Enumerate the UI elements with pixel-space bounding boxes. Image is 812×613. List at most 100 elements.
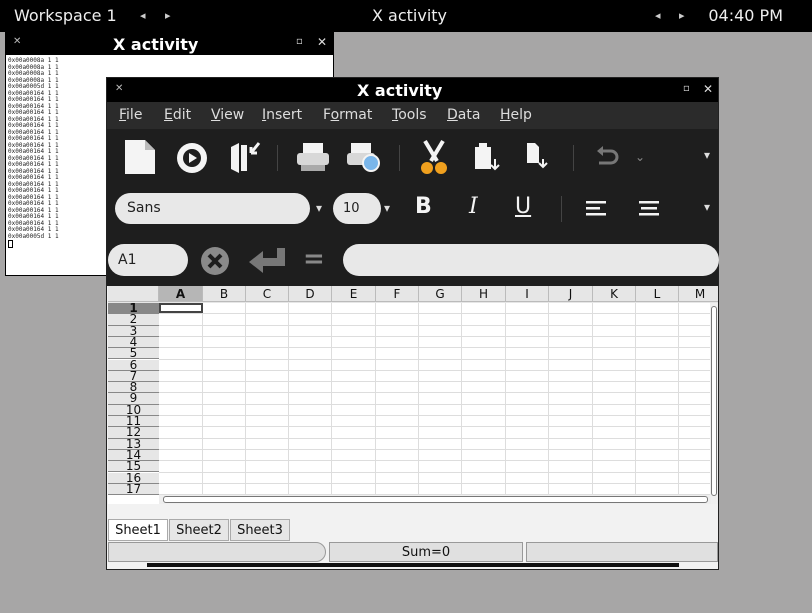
cell-area[interactable] xyxy=(159,303,711,496)
align-center-icon[interactable] xyxy=(638,198,660,220)
grid-line xyxy=(548,303,549,495)
grid-line xyxy=(159,392,711,394)
menu-view[interactable]: View xyxy=(211,107,244,123)
main-window-titlebar[interactable]: ✕ X activity ▫ ✕ xyxy=(107,78,718,102)
menu-data[interactable]: Data xyxy=(447,107,480,123)
text-cursor xyxy=(8,240,13,248)
spreadsheet-window[interactable]: ✕ X activity ▫ ✕ File Edit View Insert F… xyxy=(106,77,719,570)
menu-edit[interactable]: Edit xyxy=(164,107,191,123)
cancel-icon[interactable] xyxy=(200,246,230,276)
overflow-chevron-icon[interactable]: ▾ xyxy=(704,148,710,162)
grid-line xyxy=(159,381,711,383)
toolbar-separator xyxy=(573,145,574,171)
grid-line xyxy=(288,303,289,495)
grid-line xyxy=(202,303,203,495)
column-header-l[interactable]: L xyxy=(636,286,679,302)
grid-line xyxy=(159,448,711,450)
workspace-next-icon[interactable]: ▸ xyxy=(165,9,171,22)
cell-reference-box[interactable]: A1 xyxy=(108,244,188,276)
font-size-combo[interactable]: 10 xyxy=(333,193,381,224)
grid-line xyxy=(159,335,711,337)
column-header-h[interactable]: H xyxy=(462,286,506,302)
menu-format[interactable]: Format xyxy=(323,107,372,123)
print-preview-icon[interactable] xyxy=(345,141,383,175)
italic-icon[interactable]: I xyxy=(469,194,478,219)
spreadsheet-grid[interactable]: ABCDEFGHIJKLM 1 2 3 4 5 6 7 8 9 10 11 12 13 14 15 16 17 xyxy=(108,286,718,504)
clock: 04:40 PM xyxy=(708,6,783,25)
grid-line xyxy=(245,303,246,495)
column-header-c[interactable]: C xyxy=(246,286,289,302)
tab-sheet1[interactable]: Sheet1 xyxy=(108,519,168,541)
toolbar-separator xyxy=(561,196,562,222)
grid-line xyxy=(159,482,711,484)
undo-dropdown-icon[interactable]: ⌄ xyxy=(635,150,645,164)
active-window-title: X activity xyxy=(372,6,448,25)
row-header-17[interactable]: 17 xyxy=(108,483,159,496)
tray-prev-icon[interactable]: ◂ xyxy=(655,9,661,22)
vertical-scroll-thumb[interactable] xyxy=(711,306,717,496)
font-name-dropdown-icon[interactable]: ▾ xyxy=(316,201,322,215)
status-sum: Sum=0 xyxy=(329,542,523,562)
import-icon[interactable] xyxy=(227,139,263,175)
grid-line xyxy=(331,303,332,495)
workspace-label[interactable]: Workspace 1 xyxy=(14,6,117,25)
close-icon[interactable]: ✕ xyxy=(317,35,327,49)
column-header-f[interactable]: F xyxy=(376,286,419,302)
font-name-combo[interactable]: Sans xyxy=(115,193,310,224)
tab-sheet2[interactable]: Sheet2 xyxy=(169,519,229,541)
tab-sheet3[interactable]: Sheet3 xyxy=(230,519,290,541)
status-field-left xyxy=(108,542,326,562)
copy-format-icon[interactable] xyxy=(523,141,553,175)
menu-help[interactable]: Help xyxy=(500,107,532,123)
formula-equals-icon[interactable]: = xyxy=(303,244,325,274)
column-header-g[interactable]: G xyxy=(419,286,462,302)
active-cell[interactable] xyxy=(159,303,203,313)
close-icon[interactable]: ✕ xyxy=(703,82,713,96)
underline-icon[interactable]: U xyxy=(515,194,531,219)
horizontal-scroll-thumb[interactable] xyxy=(163,496,708,503)
grid-line xyxy=(505,303,506,495)
formula-input[interactable] xyxy=(343,244,719,276)
menu-tools[interactable]: Tools xyxy=(392,107,427,123)
column-header-k[interactable]: K xyxy=(593,286,636,302)
column-header-e[interactable]: E xyxy=(332,286,376,302)
maximize-icon[interactable]: ▫ xyxy=(683,83,690,94)
status-bar: Sum=0 xyxy=(107,541,718,563)
formula-bar: A1 = xyxy=(107,232,719,286)
vertical-scrollbar[interactable] xyxy=(710,303,718,504)
cut-icon[interactable] xyxy=(419,139,449,177)
grid-line xyxy=(159,403,711,405)
column-header-a[interactable]: A xyxy=(159,286,203,302)
main-window-title: X activity xyxy=(357,81,443,100)
undo-icon[interactable] xyxy=(593,145,621,169)
horizontal-scrollbar[interactable] xyxy=(159,495,711,504)
menu-insert[interactable]: Insert xyxy=(262,107,302,123)
paste-icon[interactable] xyxy=(471,139,501,175)
back-window-titlebar[interactable]: ✕ X activity ▫ ✕ xyxy=(6,33,333,55)
grid-line xyxy=(159,471,711,473)
tray-next-icon[interactable]: ▸ xyxy=(679,9,685,22)
align-left-icon[interactable] xyxy=(585,198,607,220)
window-menu-icon[interactable]: ✕ xyxy=(13,36,21,47)
select-all-corner[interactable] xyxy=(108,286,159,302)
grid-line xyxy=(159,426,711,428)
bold-icon[interactable]: B xyxy=(415,194,432,219)
accept-icon[interactable] xyxy=(247,246,287,276)
column-header-j[interactable]: J xyxy=(549,286,593,302)
column-header-m[interactable]: M xyxy=(679,286,718,302)
toolbar-separator xyxy=(399,145,400,171)
column-header-b[interactable]: B xyxy=(203,286,246,302)
present-icon[interactable] xyxy=(175,141,209,175)
print-icon[interactable] xyxy=(295,141,331,173)
maximize-icon[interactable]: ▫ xyxy=(296,36,303,47)
grid-line xyxy=(375,303,376,495)
column-header-d[interactable]: D xyxy=(289,286,332,302)
toolbar-separator xyxy=(277,145,278,171)
window-menu-icon[interactable]: ✕ xyxy=(115,83,123,94)
workspace-prev-icon[interactable]: ◂ xyxy=(140,9,146,22)
overflow-chevron-icon[interactable]: ▾ xyxy=(704,200,710,214)
font-size-dropdown-icon[interactable]: ▾ xyxy=(384,201,390,215)
menu-file[interactable]: File xyxy=(119,107,142,123)
column-header-i[interactable]: I xyxy=(506,286,549,302)
new-icon[interactable] xyxy=(123,138,157,176)
